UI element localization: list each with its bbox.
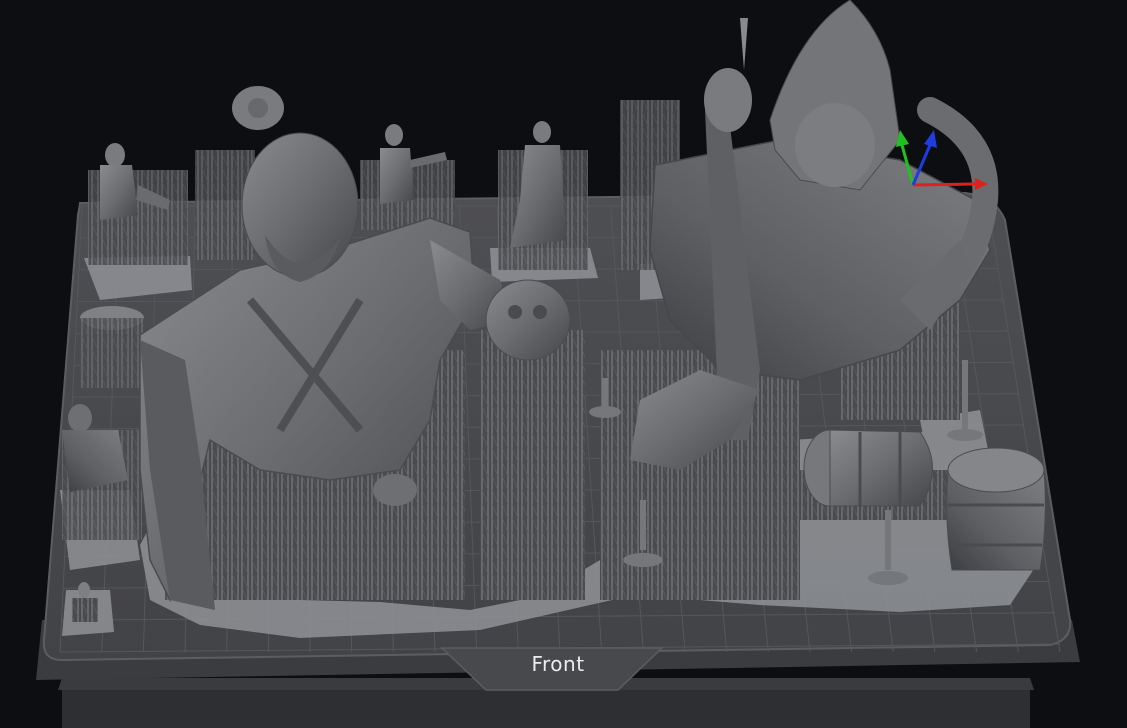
front-label[interactable]: Front [508,652,608,676]
model-pedestal-left[interactable] [80,306,144,388]
model-barrel-standing[interactable] [946,447,1046,571]
3d-viewport[interactable]: Front [0,0,1127,728]
axis-x-icon [912,182,976,187]
model-barrel-lying[interactable] [798,429,948,520]
scene-canvas[interactable] [0,0,1127,728]
model-small-warrior-left[interactable] [88,143,188,265]
